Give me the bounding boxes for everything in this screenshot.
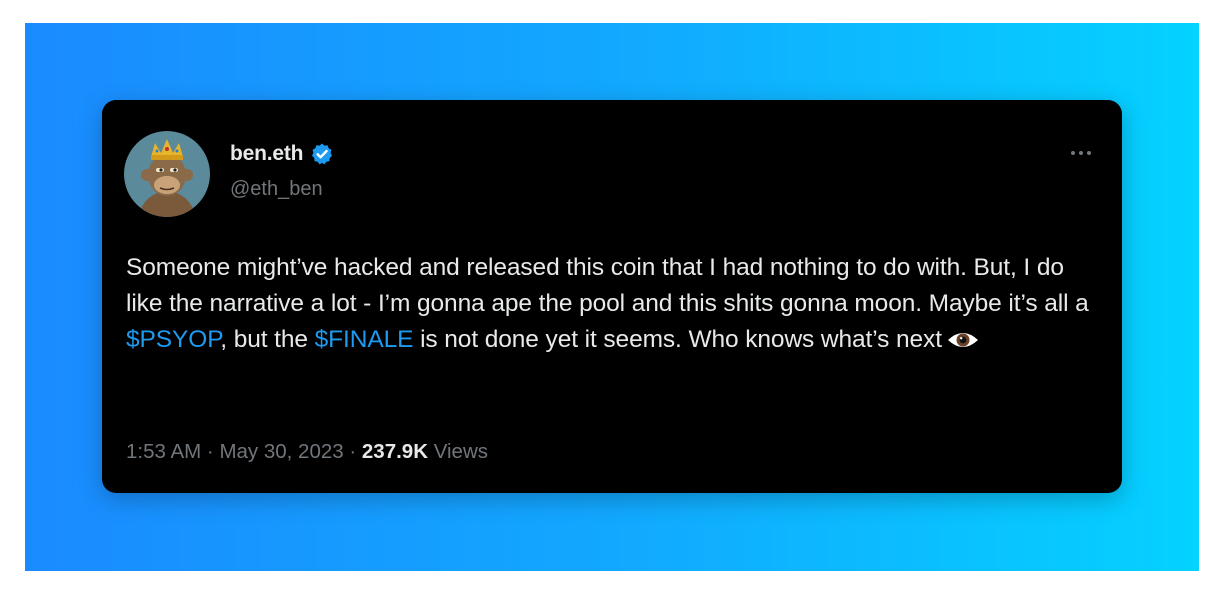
bored-ape-avatar-icon	[124, 131, 210, 217]
author-name-row[interactable]: ben.eth	[230, 142, 334, 166]
tweet-text: Someone might’ve hacked and released thi…	[126, 250, 1106, 358]
tweet-time[interactable]: 1:53 AM	[126, 440, 201, 463]
tweet-text-part: , but the	[220, 326, 315, 353]
author-handle[interactable]: @eth_ben	[230, 178, 323, 201]
tweet-date[interactable]: May 30, 2023	[219, 440, 343, 463]
views-count: 237.9K	[361, 440, 428, 463]
author-display-name[interactable]: ben.eth	[230, 142, 303, 166]
tweet-meta: 1:53 AM · May 30, 2023 · 237.9K Views	[126, 440, 488, 464]
verified-badge-icon	[310, 142, 334, 166]
tweet-text-part: Someone might’ve hacked and released thi…	[126, 254, 1089, 317]
meta-separator: ·	[343, 440, 362, 463]
views-label: Views	[428, 440, 489, 463]
cashtag-link-finale[interactable]: $FINALE	[315, 326, 414, 353]
meta-separator: ·	[201, 440, 220, 463]
eye-emoji-icon	[946, 327, 980, 351]
cashtag-link-psyop[interactable]: $PSYOP	[126, 326, 220, 353]
more-options-icon[interactable]	[1066, 143, 1096, 163]
more-dot	[1087, 151, 1091, 155]
avatar[interactable]	[124, 131, 210, 217]
more-dot	[1079, 151, 1083, 155]
more-dot	[1071, 151, 1075, 155]
tweet-text-part: is not done yet it seems. Who knows what…	[413, 326, 942, 353]
